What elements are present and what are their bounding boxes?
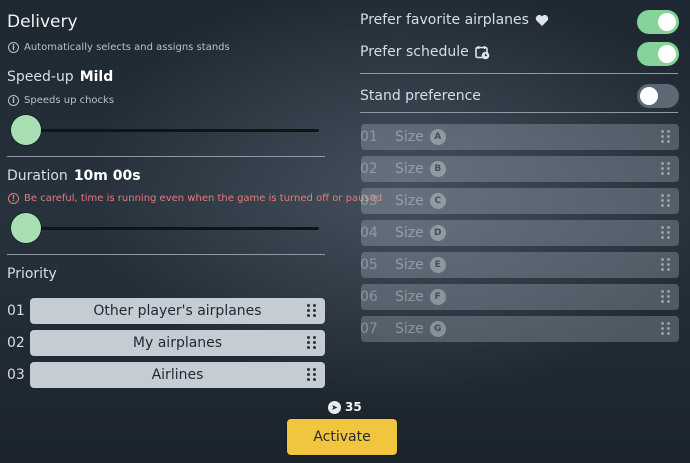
prefer-schedule-row: Prefer schedule	[360, 44, 490, 60]
priority-num: 03	[7, 367, 25, 383]
duration-slider-knob[interactable]	[11, 213, 41, 243]
info-icon: i	[8, 95, 19, 106]
speed-up-hint: i Speeds up chocks	[8, 95, 114, 106]
drag-handle-icon	[661, 258, 671, 272]
speed-up-hint-text: Speeds up chocks	[24, 95, 115, 106]
duration-label: Duration	[7, 168, 68, 184]
divider	[360, 112, 678, 113]
size-badge: D	[429, 225, 446, 241]
duration-warning-text: Be careful, time is running even when th…	[24, 193, 383, 204]
info-icon: i	[8, 42, 19, 53]
priority-item[interactable]: Airlines	[30, 362, 325, 388]
drag-handle-icon	[661, 226, 671, 240]
size-badge: A	[429, 129, 446, 145]
stand-item: Size B	[361, 156, 679, 182]
activate-button[interactable]: Activate	[287, 419, 397, 455]
toggle-knob	[658, 45, 676, 63]
drag-handle-icon	[661, 162, 671, 176]
cost-display: ➤ 35	[328, 400, 362, 414]
drag-handle-icon	[661, 194, 671, 208]
priority-label: Priority	[7, 266, 57, 282]
duration-value: 10m 00s	[73, 168, 141, 184]
stand-item: Size D	[361, 220, 679, 246]
toggle-knob	[658, 13, 676, 31]
stand-size-label: Size	[395, 193, 424, 209]
size-badge: E	[429, 257, 446, 273]
toggle-knob	[640, 87, 658, 105]
speed-up-row: Speed-up Mild	[7, 69, 113, 85]
prefer-schedule-label: Prefer schedule	[360, 44, 469, 60]
duration-slider-track[interactable]	[12, 227, 319, 230]
delivery-title: Delivery	[7, 12, 78, 32]
drag-handle-icon[interactable]	[307, 368, 317, 382]
divider	[360, 73, 678, 74]
stand-size-label: Size	[395, 321, 424, 337]
priority-item-label: Airlines	[151, 367, 204, 383]
priority-num: 02	[7, 335, 25, 351]
priority-num: 01	[7, 303, 25, 319]
stand-size-label: Size	[395, 225, 424, 241]
prefer-schedule-toggle[interactable]	[637, 42, 679, 66]
stand-size-label: Size	[395, 257, 424, 273]
duration-warning: ! Be careful, time is running even when …	[8, 193, 382, 204]
stand-size-label: Size	[395, 161, 424, 177]
stand-item: Size E	[361, 252, 679, 278]
stand-item: Size C	[361, 188, 679, 214]
priority-item-label: Other player's airplanes	[93, 303, 262, 319]
stand-preference-toggle[interactable]	[637, 84, 679, 108]
drag-handle-icon	[661, 290, 671, 304]
speed-up-slider-knob[interactable]	[11, 115, 41, 145]
alert-icon: !	[8, 193, 19, 204]
speed-up-value: Mild	[79, 69, 114, 85]
cost-value: 35	[345, 400, 362, 414]
size-badge: B	[429, 161, 446, 177]
size-badge: F	[429, 289, 446, 305]
stand-item: Size F	[361, 284, 679, 310]
calendar-clock-icon	[474, 45, 490, 59]
priority-item[interactable]: Other player's airplanes	[30, 298, 325, 324]
prefer-favorite-toggle[interactable]	[637, 10, 679, 34]
stand-item: Size G	[361, 316, 679, 342]
coin-icon: ➤	[328, 400, 341, 414]
size-badge: C	[429, 193, 446, 209]
delivery-hint: i Automatically selects and assigns stan…	[8, 42, 230, 53]
divider	[7, 156, 325, 157]
prefer-favorite-label: Prefer favorite airplanes	[360, 12, 529, 28]
speed-up-label: Speed-up	[7, 69, 74, 85]
stand-preference-label: Stand preference	[360, 88, 481, 104]
drag-handle-icon	[661, 322, 671, 336]
speed-up-slider-track[interactable]	[12, 129, 319, 132]
drag-handle-icon[interactable]	[307, 336, 317, 350]
size-badge: G	[429, 321, 446, 337]
drag-handle-icon[interactable]	[307, 304, 317, 318]
prefer-favorite-row: Prefer favorite airplanes	[360, 12, 549, 28]
stand-size-label: Size	[395, 129, 424, 145]
heart-icon	[535, 14, 549, 26]
priority-item-label: My airplanes	[132, 335, 223, 351]
duration-row: Duration 10m 00s	[7, 168, 141, 184]
divider	[7, 254, 325, 255]
delivery-hint-text: Automatically selects and assigns stands	[24, 42, 230, 53]
drag-handle-icon	[661, 130, 671, 144]
stand-size-label: Size	[395, 289, 424, 305]
stand-item: Size A	[361, 124, 679, 150]
priority-item[interactable]: My airplanes	[30, 330, 325, 356]
